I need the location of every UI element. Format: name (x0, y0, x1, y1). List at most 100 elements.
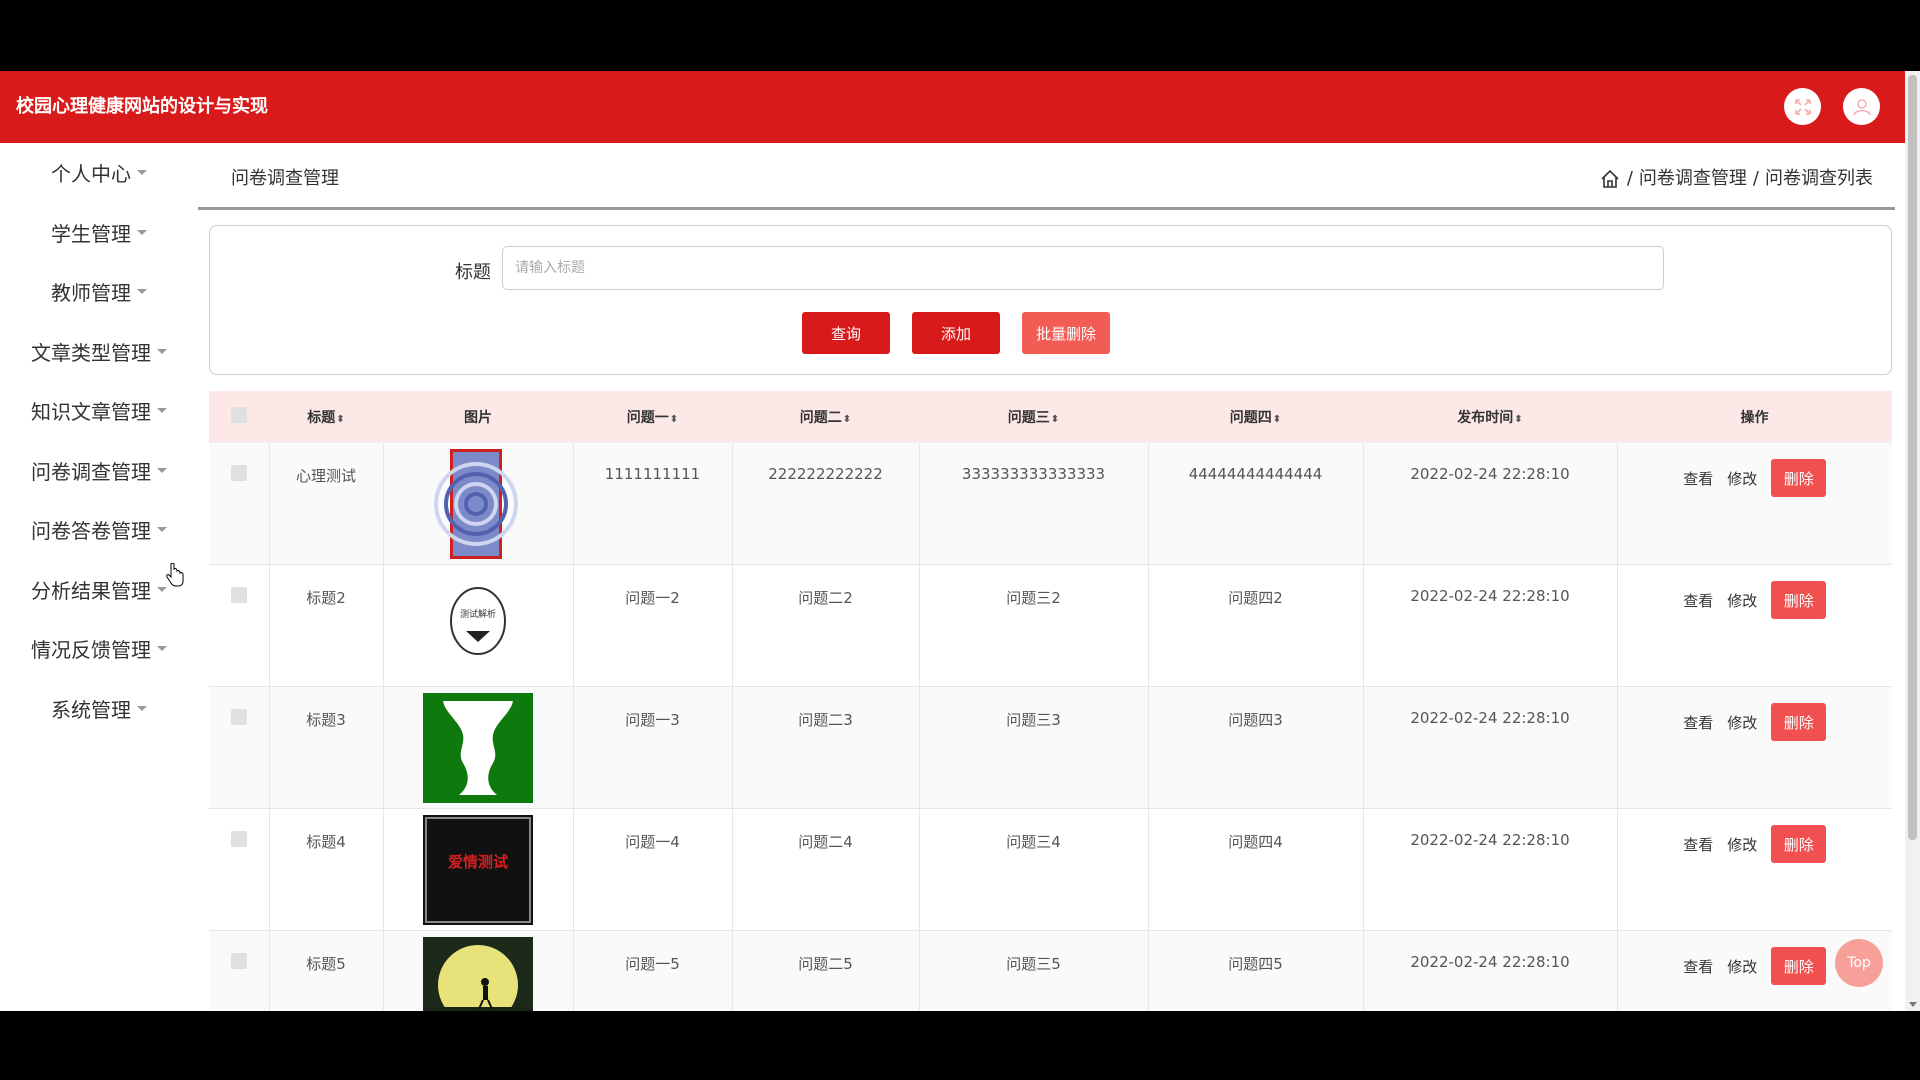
row-checkbox[interactable] (230, 709, 247, 725)
select-all-cell[interactable] (209, 391, 269, 443)
q4-cell: 44444444444444 (1148, 442, 1364, 565)
delete-button[interactable]: 删除 (1771, 825, 1827, 863)
view-button[interactable]: 查看 (1683, 712, 1713, 733)
q1-cell: 问题一3 (573, 686, 733, 809)
sort-icon[interactable]: ⬍ (1273, 414, 1281, 425)
q2-cell: 222222222222 (732, 442, 920, 565)
sort-icon[interactable]: ⬍ (336, 414, 344, 425)
breadcrumb-item-survey-list: 问卷调查列表 (1765, 168, 1873, 189)
q3-cell: 问题三5 (919, 930, 1149, 1011)
app-window: 校园心理健康网站的设计与实现 个人中心 学生管理 教师管理 文章类型管理 知识文… (0, 71, 1920, 1011)
column-header-q2[interactable]: 问题二⬍ (732, 391, 919, 443)
delete-button[interactable]: 删除 (1771, 703, 1827, 741)
column-header-image: 图片 (383, 391, 573, 443)
sidebar-item-system-management[interactable]: 系统管理 (0, 679, 198, 739)
title-cell: 心理测试 (269, 442, 384, 565)
breadcrumb-separator: / (1752, 168, 1759, 189)
sidebar-item-survey-management[interactable]: 问卷调查管理 (0, 441, 198, 501)
publish-time-cell: 2022-02-24 22:28:10 (1363, 930, 1618, 1011)
delete-button[interactable]: 删除 (1771, 947, 1827, 985)
sort-icon[interactable]: ⬍ (843, 414, 851, 425)
sidebar-item-label: 系统管理 (51, 697, 131, 722)
sidebar-item-label: 学生管理 (51, 221, 131, 246)
q4-cell: 问题四4 (1148, 808, 1364, 931)
home-icon[interactable] (1599, 168, 1621, 190)
sidebar-item-label: 分析结果管理 (31, 578, 151, 603)
moon-scene-image[interactable] (423, 937, 533, 1011)
sidebar-item-teacher-management[interactable]: 教师管理 (0, 262, 198, 322)
view-button[interactable]: 查看 (1683, 590, 1713, 611)
edit-button[interactable]: 修改 (1727, 468, 1757, 489)
add-button[interactable]: 添加 (912, 312, 1000, 354)
column-header-title[interactable]: 标题⬍ (269, 391, 383, 443)
view-button[interactable]: 查看 (1683, 468, 1713, 489)
sort-icon[interactable]: ⬍ (1514, 414, 1522, 425)
row-checkbox[interactable] (230, 465, 247, 481)
sort-icon[interactable]: ⬍ (670, 414, 678, 425)
sidebar-item-label: 知识文章管理 (31, 400, 151, 425)
edit-button[interactable]: 修改 (1727, 590, 1757, 611)
love-test-image[interactable]: 爱情测试 (423, 815, 533, 925)
edit-button[interactable]: 修改 (1727, 956, 1757, 977)
edit-button[interactable]: 修改 (1727, 834, 1757, 855)
row-select-cell[interactable] (209, 564, 270, 687)
column-header-label: 发布时间 (1457, 409, 1514, 426)
sidebar-item-knowledge-article-management[interactable]: 知识文章管理 (0, 381, 198, 441)
sidebar-item-label: 问卷答卷管理 (31, 519, 151, 544)
chevron-down-icon (137, 170, 147, 176)
chevron-down-icon (137, 289, 147, 295)
spiral-illusion-image[interactable] (423, 449, 533, 559)
actions-cell: 查看 修改 删除 (1617, 564, 1892, 687)
view-button[interactable]: 查看 (1683, 834, 1713, 855)
column-header-q3[interactable]: 问题三⬍ (919, 391, 1148, 443)
row-checkbox[interactable] (230, 953, 247, 969)
batch-delete-button[interactable]: 批量删除 (1022, 312, 1110, 354)
row-select-cell[interactable] (209, 930, 270, 1011)
test-analysis-image[interactable]: 测试解析 (423, 571, 533, 681)
chevron-down-icon (137, 229, 147, 235)
back-to-top-button[interactable]: Top (1835, 939, 1883, 987)
column-header-q4[interactable]: 问题四⬍ (1148, 391, 1363, 443)
q2-cell: 问题二2 (732, 564, 920, 687)
page-scrollbar[interactable] (1905, 71, 1920, 1011)
view-button[interactable]: 查看 (1683, 956, 1713, 977)
q1-cell: 1111111111 (573, 442, 733, 565)
sidebar-item-personal-center[interactable]: 个人中心 (0, 143, 198, 203)
sidebar-item-article-type-management[interactable]: 文章类型管理 (0, 322, 198, 382)
delete-button[interactable]: 删除 (1771, 459, 1827, 497)
sidebar-item-answer-management[interactable]: 问卷答卷管理 (0, 500, 198, 560)
column-header-publish-time[interactable]: 发布时间⬍ (1363, 391, 1617, 443)
edit-button[interactable]: 修改 (1727, 712, 1757, 733)
breadcrumb-item-survey-management[interactable]: 问卷调查管理 (1639, 143, 1747, 215)
table-row: 标题4 爱情测试 问题一4 问题二4 问题三4 问题四4 2022-02-24 … (209, 808, 1892, 931)
user-avatar-button[interactable] (1843, 88, 1880, 125)
title-search-input[interactable] (502, 246, 1664, 290)
sort-icon[interactable]: ⬍ (1051, 414, 1059, 425)
q1-cell: 问题一2 (573, 564, 733, 687)
scroll-down-icon[interactable] (1909, 1002, 1917, 1007)
top-bar: 校园心理健康网站的设计与实现 (0, 71, 1905, 143)
column-header-label: 问题二 (799, 409, 842, 426)
fullscreen-button[interactable] (1784, 88, 1821, 125)
scroll-thumb[interactable] (1908, 75, 1917, 840)
title-cell: 标题3 (269, 686, 384, 809)
row-checkbox[interactable] (230, 587, 247, 603)
row-checkbox[interactable] (230, 831, 247, 847)
table-row: 标题2 测试解析 问题一2 问题二2 问题三2 问题四2 2022-02-24 … (209, 564, 1892, 687)
row-select-cell[interactable] (209, 442, 270, 565)
row-select-cell[interactable] (209, 686, 270, 809)
column-header-label: 操作 (1740, 409, 1769, 426)
query-button[interactable]: 查询 (802, 312, 890, 354)
delete-button[interactable]: 删除 (1771, 581, 1827, 619)
vase-faces-image[interactable] (423, 693, 533, 803)
sidebar-item-label: 文章类型管理 (31, 340, 151, 365)
chevron-down-icon (157, 408, 167, 414)
select-all-checkbox[interactable] (231, 406, 247, 423)
column-header-label: 问题三 (1007, 409, 1050, 426)
user-icon (1852, 98, 1871, 115)
sidebar-item-student-management[interactable]: 学生管理 (0, 203, 198, 263)
row-select-cell[interactable] (209, 808, 270, 931)
sidebar-item-feedback-management[interactable]: 情况反馈管理 (0, 619, 198, 679)
column-header-q1[interactable]: 问题一⬍ (573, 391, 732, 443)
image-cell (383, 930, 574, 1011)
